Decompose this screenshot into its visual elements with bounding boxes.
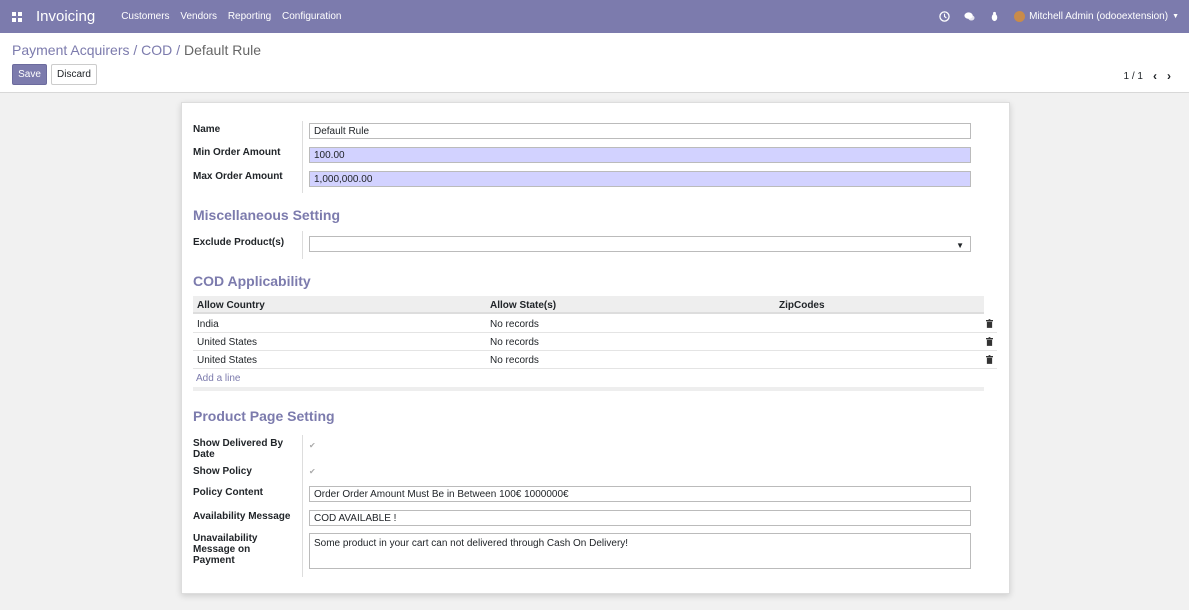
min-row: Min Order Amount [193, 147, 301, 158]
control-panel: Payment Acquirers / COD / Default Rule S… [0, 33, 1189, 93]
label-separator [302, 435, 303, 577]
exclude-row: Exclude Product(s) [193, 237, 301, 248]
delivered-row: Show Delivered By Date [193, 438, 289, 460]
menu-customers[interactable]: Customers [121, 11, 169, 22]
policy-row: Show Policy [193, 466, 301, 477]
unavailability-message-label: Unavailability Message on Payment [193, 533, 258, 566]
chevron-down-icon: ▼ [956, 241, 964, 250]
max-row: Max Order Amount [193, 171, 301, 182]
main-menu: Customers Vendors Reporting Configuratio… [121, 11, 349, 22]
cod-table-header: Allow Country Allow State(s) ZipCodes [193, 296, 984, 314]
navbar-systray: Mitchell Admin (odooextension) ▼ [939, 11, 1179, 22]
min-order-field[interactable]: 100.00 [309, 147, 971, 163]
breadcrumb: Payment Acquirers / COD / Default Rule [12, 42, 261, 58]
max-order-label: Max Order Amount [193, 171, 283, 182]
misc-section-title: Miscellaneous Setting [193, 207, 341, 223]
product-section-title: Product Page Setting [193, 408, 335, 424]
name-row: Name [193, 124, 301, 135]
unavailability-message-field[interactable]: Some product in your cart can not delive… [309, 533, 971, 569]
max-order-field[interactable]: 1,000,000.00 [309, 171, 971, 187]
table-row[interactable]: United States No records [193, 333, 997, 351]
policy-content-field[interactable]: Order Order Amount Must Be in Between 10… [309, 486, 971, 502]
trash-icon[interactable] [986, 337, 993, 346]
save-button[interactable]: Save [12, 64, 47, 85]
clock-icon[interactable] [939, 11, 950, 22]
app-brand[interactable]: Invoicing [36, 8, 95, 25]
bug-icon[interactable] [989, 11, 1000, 22]
policy-content-label: Policy Content [193, 487, 264, 498]
show-policy-checkbox[interactable]: ✔ [309, 468, 317, 476]
trash-icon[interactable] [986, 319, 993, 328]
apps-menu-icon[interactable] [12, 11, 22, 22]
top-navbar: Invoicing Customers Vendors Reporting Co… [0, 0, 1189, 33]
exclude-products-select[interactable]: ▼ [309, 236, 971, 252]
menu-reporting[interactable]: Reporting [228, 11, 271, 22]
menu-configuration[interactable]: Configuration [282, 11, 341, 22]
show-policy-label: Show Policy [193, 466, 252, 477]
column-allow-states[interactable]: Allow State(s) [490, 300, 556, 311]
policy-content-row: Policy Content [193, 487, 301, 498]
row-states: No records [490, 355, 539, 366]
breadcrumb-separator: / [133, 42, 142, 58]
avatar [1014, 11, 1026, 22]
row-country: United States [197, 355, 258, 366]
availability-row: Availability Message [193, 511, 301, 522]
cod-section-title: COD Applicability [193, 273, 311, 289]
min-order-label: Min Order Amount [193, 147, 281, 158]
table-row[interactable]: United States No records [193, 351, 997, 369]
pager: 1 / 1 ‹ › [1124, 69, 1171, 83]
row-country: United States [197, 337, 258, 348]
show-delivered-label: Show Delivered By Date [193, 438, 284, 460]
chevron-left-icon[interactable]: ‹ [1153, 69, 1157, 83]
chevron-right-icon[interactable]: › [1167, 69, 1171, 83]
column-zipcodes[interactable]: ZipCodes [779, 300, 825, 311]
label-separator [302, 231, 303, 259]
availability-message-label: Availability Message [193, 511, 291, 522]
label-separator [302, 121, 303, 193]
table-row[interactable]: India No records [193, 315, 997, 333]
discard-button[interactable]: Discard [51, 64, 97, 85]
row-states: No records [490, 337, 539, 348]
pager-value[interactable]: 1 / 1 [1124, 71, 1143, 82]
user-name: Mitchell Admin (odooextension) [1029, 11, 1169, 22]
row-country: India [197, 319, 219, 330]
chevron-down-icon: ▼ [1172, 13, 1179, 20]
row-states: No records [490, 319, 539, 330]
breadcrumb-separator: / [176, 42, 184, 58]
exclude-products-label: Exclude Product(s) [193, 237, 285, 248]
name-label: Name [193, 124, 221, 135]
form-sheet: Name Default Rule Min Order Amount 100.0… [181, 102, 1010, 594]
chat-icon[interactable] [964, 11, 975, 22]
breadcrumb-item-current: Default Rule [183, 42, 262, 58]
column-allow-country[interactable]: Allow Country [197, 300, 265, 311]
breadcrumb-item-payment-acquirers[interactable]: Payment Acquirers [12, 42, 130, 58]
availability-message-field[interactable]: COD AVAILABLE ! [309, 510, 971, 526]
user-menu[interactable]: Mitchell Admin (odooextension) ▼ [1014, 11, 1179, 22]
add-line-link[interactable]: Add a line [196, 373, 240, 384]
unavailability-row: Unavailability Message on Payment [193, 533, 293, 566]
name-field[interactable]: Default Rule [309, 123, 971, 139]
trash-icon[interactable] [986, 355, 993, 364]
show-delivered-checkbox[interactable]: ✔ [309, 442, 317, 450]
table-footer [193, 387, 984, 391]
menu-vendors[interactable]: Vendors [180, 11, 217, 22]
breadcrumb-item-cod[interactable]: COD [141, 42, 172, 58]
